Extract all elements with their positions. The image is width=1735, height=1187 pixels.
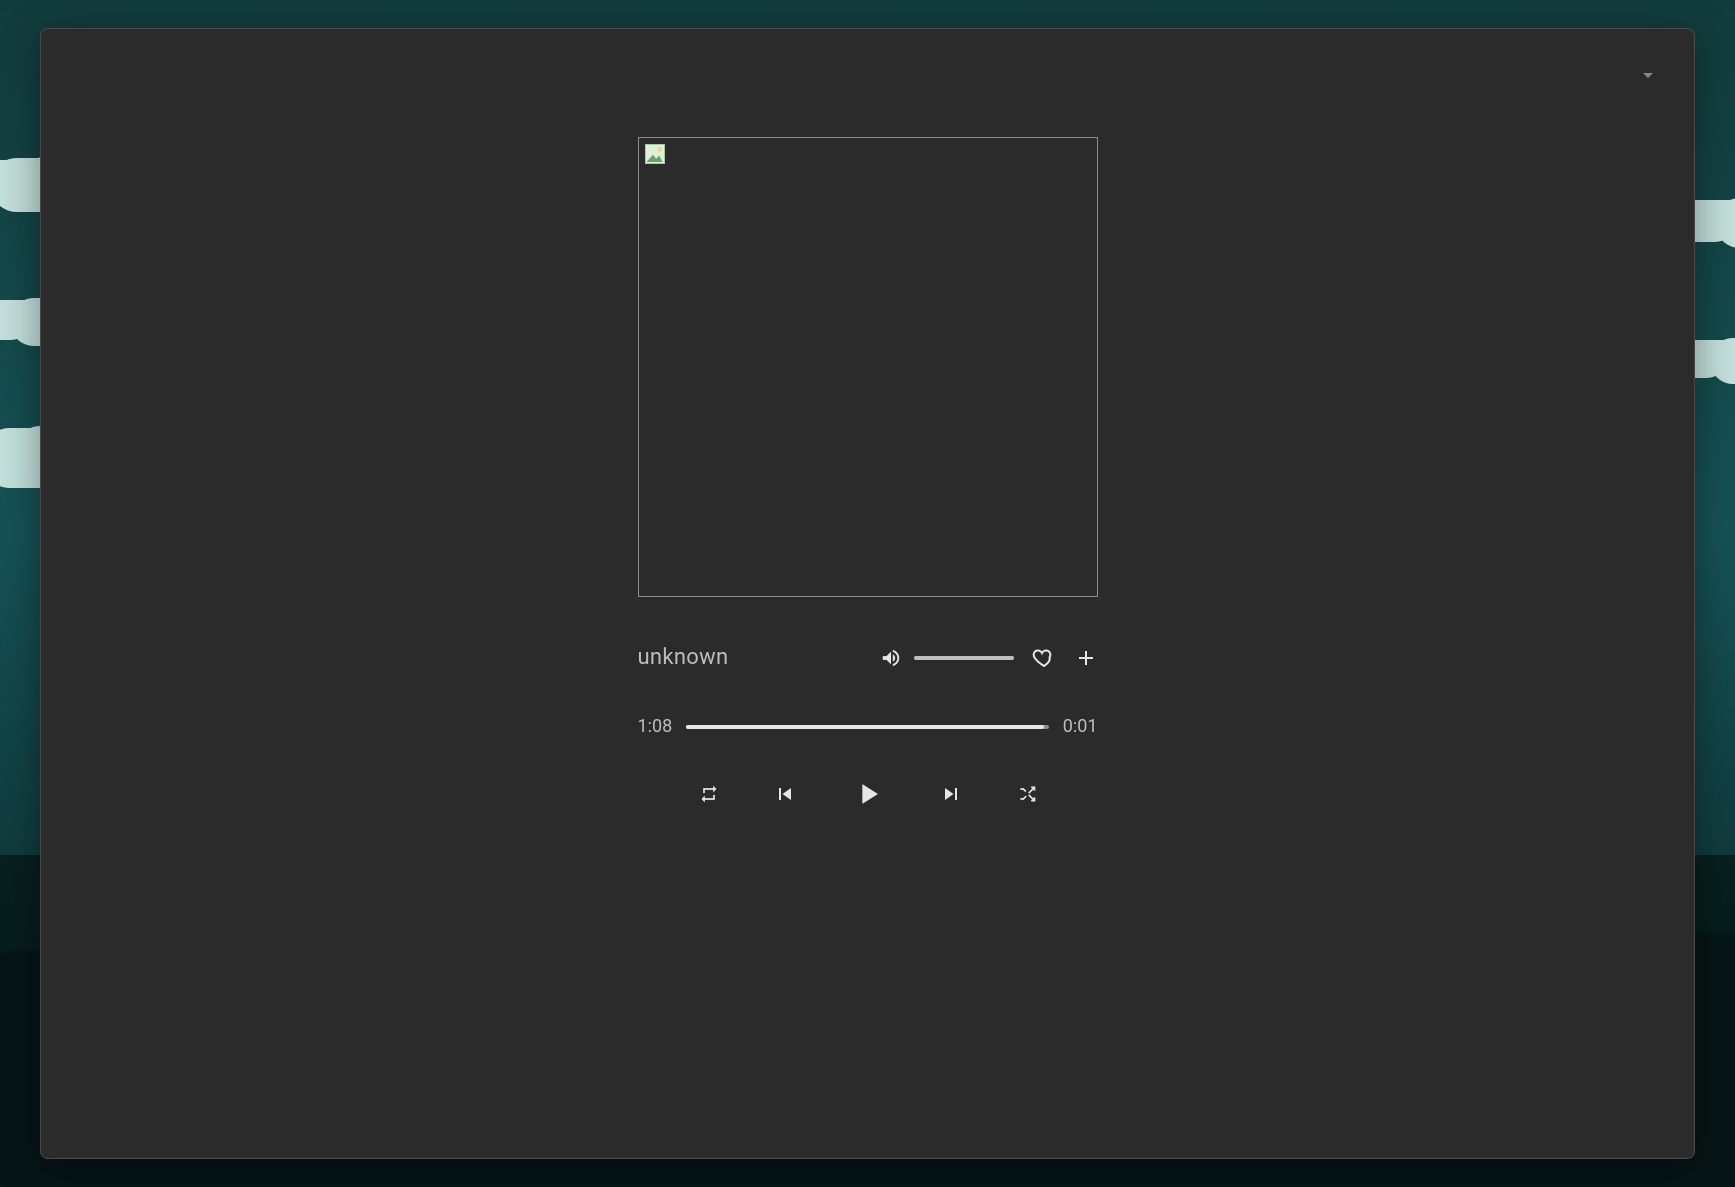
repeat-icon xyxy=(699,784,719,804)
skip-next-icon xyxy=(939,782,963,806)
playback-controls xyxy=(638,777,1098,811)
add-button[interactable] xyxy=(1074,646,1098,670)
heart-icon xyxy=(1032,646,1056,670)
time-elapsed: 1:08 xyxy=(638,716,673,737)
volume-slider[interactable] xyxy=(914,656,1014,660)
skip-previous-icon xyxy=(773,782,797,806)
time-remaining: 0:01 xyxy=(1063,716,1098,737)
previous-button[interactable] xyxy=(773,782,797,806)
album-art xyxy=(638,137,1098,597)
shuffle-icon xyxy=(1017,784,1037,804)
plus-icon xyxy=(1074,646,1098,670)
play-button[interactable] xyxy=(851,777,885,811)
track-title: unknown xyxy=(638,645,862,670)
broken-image-icon xyxy=(645,144,665,164)
progress-slider[interactable] xyxy=(686,725,1049,729)
collapse-button[interactable] xyxy=(1630,57,1666,93)
shuffle-button[interactable] xyxy=(1017,784,1037,804)
volume-control[interactable] xyxy=(880,647,1014,669)
chevron-down-icon xyxy=(1636,63,1660,87)
next-button[interactable] xyxy=(939,782,963,806)
repeat-button[interactable] xyxy=(699,784,719,804)
favorite-button[interactable] xyxy=(1032,646,1056,670)
volume-icon[interactable] xyxy=(880,647,902,669)
play-icon xyxy=(851,777,885,811)
player-content: unknown 1:08 0:01 xyxy=(638,137,1098,811)
music-player-window: unknown 1:08 0:01 xyxy=(40,28,1695,1159)
